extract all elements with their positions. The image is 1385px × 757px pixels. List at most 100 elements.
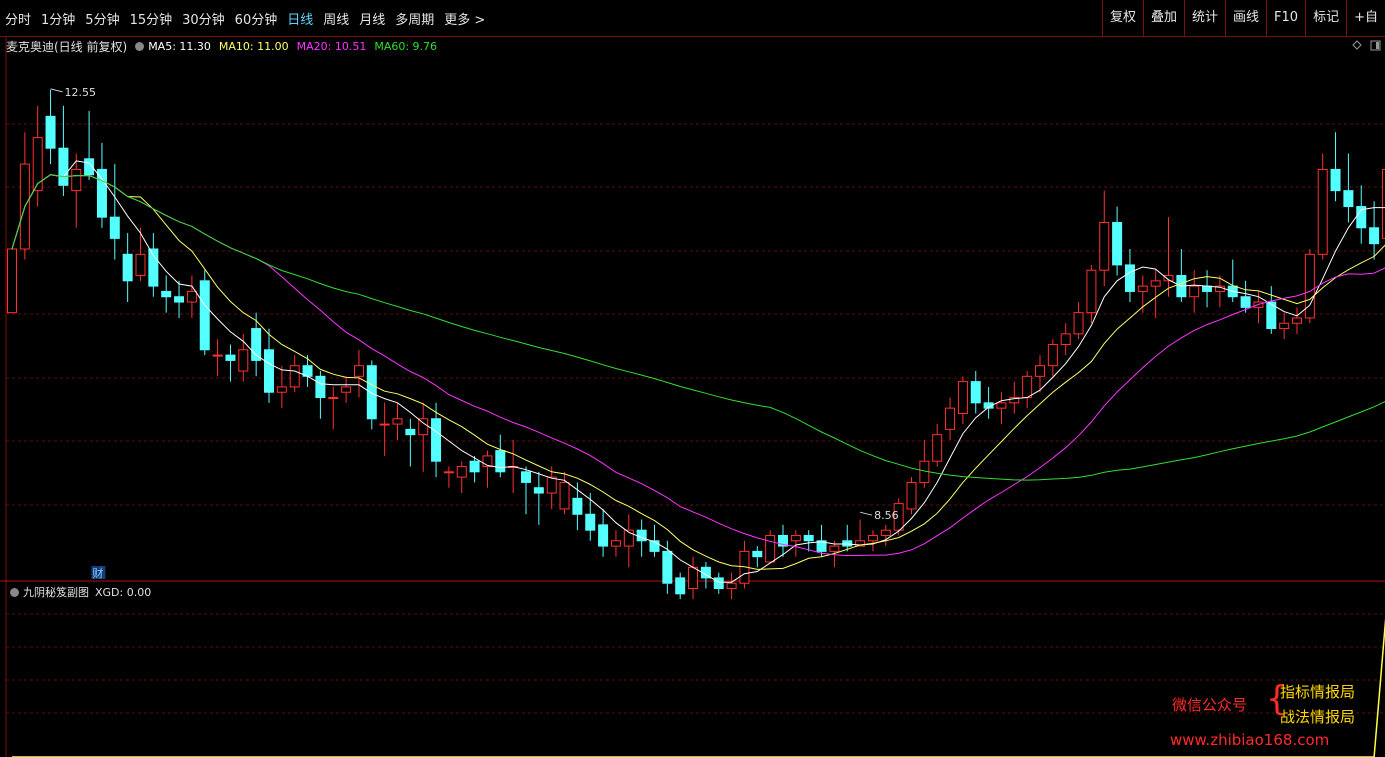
candle-body-83: [1073, 312, 1084, 335]
candle-body-93: [1202, 285, 1213, 292]
candle-body-45: [585, 513, 596, 531]
candle-body-27: [353, 365, 364, 377]
candle-body-102: [1317, 168, 1328, 255]
candle-body-64: [829, 545, 840, 552]
candle-body-42: [546, 476, 557, 494]
candle-body-18: [238, 349, 249, 372]
candle-body-34: [443, 471, 454, 474]
candle-body-44: [572, 497, 583, 515]
ma5-label: MA5: 11.30: [148, 39, 211, 53]
candle-body-62: [803, 534, 814, 542]
candle-body-61: [790, 534, 801, 542]
candle-body-65: [842, 540, 853, 547]
candle-body-100: [1292, 317, 1302, 324]
candle-body-26: [341, 386, 352, 393]
candle-body-89: [1150, 280, 1161, 287]
candle-body-35: [456, 466, 467, 478]
candle-body-21: [276, 386, 287, 393]
ma60-label: MA60: 9.76: [374, 39, 438, 53]
candle-body-10: [135, 253, 146, 277]
watermark-line-b: 战法情报局: [1280, 708, 1356, 726]
ma60-line: [11, 174, 1385, 481]
candle-body-84: [1086, 269, 1097, 314]
candle-body-55: [713, 577, 724, 590]
candle-body-47: [610, 540, 621, 547]
candle-body-41: [533, 487, 544, 494]
candle-body-20: [264, 349, 274, 393]
main-legend: 麦克奥迪(日线 前复权) MA5: 11.30 MA10: 11.00 MA20…: [6, 38, 445, 54]
candle-body-33: [431, 418, 442, 462]
candle-body-80: [1035, 365, 1045, 377]
annotation-label-0: 12.55: [65, 86, 97, 99]
candle-body-15: [199, 280, 210, 351]
candle-body-22: [289, 365, 300, 388]
candlestick-chart: 12.55 8.56 财: [0, 36, 1385, 757]
candle-body-25: [328, 397, 339, 400]
annotation-arrow-1: [859, 511, 873, 516]
candle-body-4: [58, 147, 69, 186]
watermark-wechat: 微信公众号: [1172, 696, 1248, 714]
annotation-arrow-0: [50, 88, 63, 93]
candle-body-82: [1060, 333, 1071, 345]
candle-body-49: [636, 529, 647, 542]
candle-body-68: [880, 529, 891, 536]
candle-body-70: [906, 481, 917, 510]
candle-body-75: [970, 381, 981, 404]
candle-body-28: [366, 365, 377, 420]
candle-body-51: [662, 550, 673, 584]
diamond-icon[interactable]: [1352, 40, 1362, 50]
candle-body-56: [726, 582, 737, 590]
candle-body-40: [521, 471, 531, 483]
candle-body-52: [675, 577, 686, 595]
watermark-line-a: 指标情报局: [1280, 683, 1356, 701]
candle-body-85: [1099, 221, 1110, 271]
candle-body-8: [109, 216, 120, 239]
candle-body-103: [1330, 168, 1341, 192]
candle-body-77: [996, 402, 1007, 409]
annotation-label-1: 8.56: [874, 509, 899, 522]
sub-xgd-value: XGD: 0.00: [95, 585, 152, 599]
watermark: 微信公众号 { 指标情报局 战法情报局 www.zhibiao168.com: [1170, 678, 1380, 754]
candle-body-46: [598, 524, 609, 547]
sub-settings-icon[interactable]: [10, 587, 19, 597]
candle-body-81: [1047, 343, 1058, 367]
candle-body-38: [495, 450, 506, 473]
candle-body-72: [932, 434, 943, 462]
candle-body-43: [559, 481, 570, 510]
candle-body-96: [1240, 296, 1251, 308]
candle-body-2: [32, 137, 43, 192]
candle-body-74: [957, 381, 968, 414]
candle-body-36: [469, 460, 480, 473]
candle-body-99: [1279, 322, 1290, 330]
sub-title: 九阴秘笈副图: [23, 586, 89, 599]
candle-body-13: [174, 296, 185, 303]
candle-body-88: [1137, 285, 1148, 292]
candle-body-73: [945, 407, 956, 430]
candle-body-67: [867, 534, 878, 542]
candle-body-104: [1343, 190, 1354, 208]
candle-body-87: [1124, 264, 1135, 292]
candle-body-58: [752, 550, 763, 558]
candle-body-9: [122, 253, 133, 282]
candle-body-53: [688, 566, 699, 590]
candle-body-17: [225, 354, 236, 361]
candle-body-30: [392, 418, 403, 425]
panel-toggle-fill: [1376, 42, 1379, 49]
candle-body-31: [405, 428, 416, 436]
ma20-label: MA20: 10.51: [296, 39, 367, 53]
finance-badge: 财: [92, 566, 103, 580]
candle-body-79: [1022, 375, 1033, 399]
candle-body-5: [71, 168, 82, 192]
candle-body-92: [1189, 285, 1200, 298]
watermark-url: www.zhibiao168.com: [1170, 731, 1330, 749]
candle-body-0: [7, 248, 17, 314]
candle-body-7: [96, 168, 107, 218]
legend-title: 麦克奥迪(日线 前复权): [6, 39, 128, 54]
ma10-label: MA10: 11.00: [218, 39, 289, 53]
candle-body-24: [315, 375, 326, 399]
candle-body-16: [212, 354, 223, 357]
candle-body-106: [1369, 227, 1380, 245]
candle-body-3: [45, 115, 56, 149]
settings-circle-icon[interactable]: [135, 41, 145, 51]
candle-body-86: [1112, 221, 1123, 266]
